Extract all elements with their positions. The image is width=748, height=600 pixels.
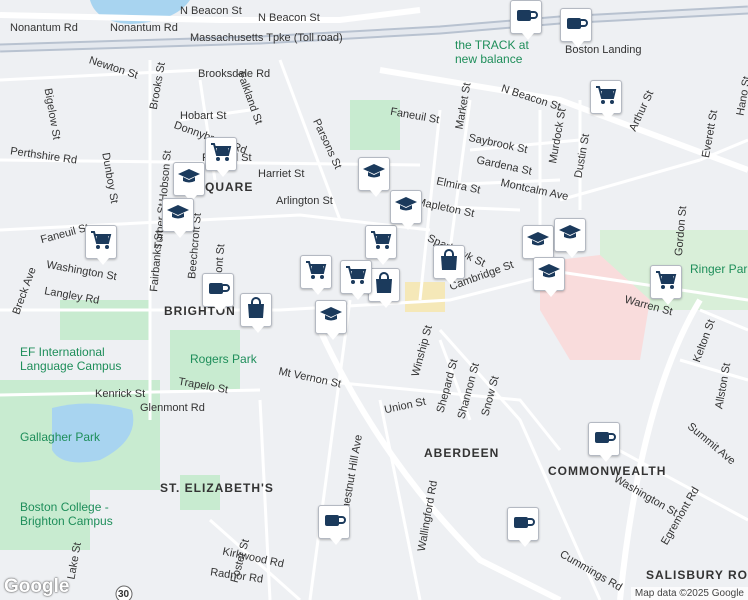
map-marker[interactable]	[533, 257, 565, 297]
map-marker[interactable]	[202, 273, 234, 313]
map-marker[interactable]	[510, 0, 542, 40]
place-label-gallagher-park[interactable]: Gallagher Park	[20, 430, 100, 444]
map-marker[interactable]	[358, 157, 390, 197]
map-marker[interactable]	[390, 190, 422, 230]
map-attribution[interactable]: Map data ©2025 Google	[630, 587, 748, 600]
map-marker[interactable]	[588, 422, 620, 462]
coffee-icon	[563, 10, 589, 41]
map-marker[interactable]	[650, 265, 682, 305]
school-icon	[525, 227, 551, 258]
grocery-cart-icon	[368, 227, 394, 258]
shopping-bag-icon	[243, 295, 269, 326]
school-icon	[176, 164, 202, 195]
map-marker[interactable]	[315, 300, 347, 340]
school-icon	[165, 200, 191, 231]
map-marker[interactable]	[554, 218, 586, 258]
school-icon	[557, 220, 583, 251]
grocery-cart-icon	[593, 82, 619, 113]
map-marker[interactable]	[340, 260, 372, 300]
place-label-ringer-park[interactable]: Ringer Park	[690, 262, 748, 276]
shopping-bag-icon	[371, 270, 397, 301]
map-marker[interactable]	[173, 162, 205, 202]
place-label-boston-college[interactable]: Boston College - Brighton Campus	[20, 500, 120, 528]
street-label: Massachusetts Tpke (Toll road)	[190, 32, 343, 44]
street-label: Hobart St	[180, 110, 227, 122]
coffee-icon	[321, 507, 347, 538]
map-marker[interactable]	[368, 268, 400, 308]
school-icon	[536, 259, 562, 290]
neighborhood-label: SALISBURY ROAD -	[646, 568, 748, 582]
coffee-icon	[513, 2, 539, 33]
grocery-cart-icon	[88, 227, 114, 258]
map-marker[interactable]	[522, 225, 554, 265]
street-label: Glenmont Rd	[140, 402, 205, 414]
map-marker[interactable]	[240, 293, 272, 333]
street-label: N Beacon St	[180, 5, 242, 17]
street-label: N Beacon St	[258, 12, 320, 24]
school-icon	[361, 159, 387, 190]
place-label-ef[interactable]: EF International Language Campus	[20, 345, 140, 373]
map-marker[interactable]	[85, 225, 117, 265]
school-icon	[318, 302, 344, 333]
neighborhood-label: ST. ELIZABETH'S	[160, 481, 274, 495]
school-icon	[393, 192, 419, 223]
grocery-cart-icon	[303, 257, 329, 288]
map-marker[interactable]	[365, 225, 397, 265]
street-label: Arlington St	[276, 195, 333, 207]
map-marker[interactable]	[162, 198, 194, 238]
neighborhood-label: COMMONWEALTH	[548, 464, 667, 478]
map-marker[interactable]	[507, 507, 539, 547]
place-label-track[interactable]: the TRACK at new balance	[455, 38, 540, 66]
google-logo: Google	[4, 576, 70, 597]
coffee-icon	[591, 424, 617, 455]
coffee-icon	[510, 509, 536, 540]
map-marker[interactable]	[205, 137, 237, 177]
map-marker[interactable]	[590, 80, 622, 120]
neighborhood-label: ABERDEEN	[424, 446, 500, 460]
coffee-icon	[205, 275, 231, 306]
street-label: Kenrick St	[95, 388, 146, 400]
map-marker[interactable]	[560, 8, 592, 48]
map-marker[interactable]	[433, 245, 465, 285]
grocery-cart-icon	[343, 262, 369, 293]
shopping-bag-icon	[436, 247, 462, 278]
map-marker[interactable]	[300, 255, 332, 295]
grocery-cart-icon	[208, 139, 234, 170]
street-label: Harriet St	[258, 168, 305, 180]
street-label: Nonantum Rd	[110, 22, 178, 34]
street-label: Nonantum Rd	[10, 22, 78, 34]
place-label-rogers-park[interactable]: Rogers Park	[190, 352, 257, 366]
map-marker[interactable]	[318, 505, 350, 545]
highway-shield-label: 30	[118, 589, 130, 600]
grocery-cart-icon	[653, 267, 679, 298]
